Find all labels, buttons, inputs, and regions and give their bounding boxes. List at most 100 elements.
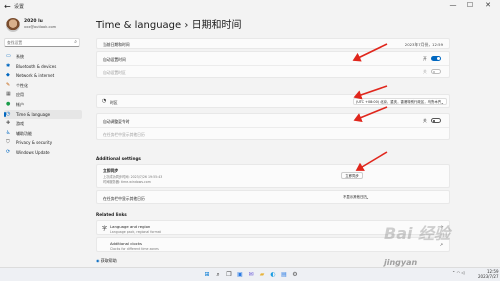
page-title: Time & language › 日期和时间 bbox=[96, 16, 242, 31]
related-links-title: Related links bbox=[96, 212, 127, 217]
sidebar-item-label: 辅助功能 bbox=[16, 130, 32, 136]
other-calendar-card: 在任务栏中显示其他日历 不显示其他日历 ⌄ bbox=[96, 190, 450, 204]
dst-card: 自动调整夏令时 关 在任务栏中显示其他日历 bbox=[96, 113, 450, 140]
search-icon[interactable]: ⌕ bbox=[74, 39, 77, 45]
breadcrumb-parent[interactable]: Time & language bbox=[96, 20, 181, 31]
other-calendar-label: 在任务栏中显示其他日历 bbox=[103, 196, 145, 201]
auto-time-label: 自动设置时间 bbox=[103, 57, 126, 62]
timezone-label: 时区 bbox=[110, 100, 118, 105]
chevron-up-icon[interactable]: ⌃ bbox=[452, 270, 455, 275]
minimize-button[interactable]: — bbox=[446, 1, 460, 9]
additional-settings-title: Additional settings bbox=[96, 156, 141, 161]
additional-clocks-label: Additional clocks bbox=[110, 241, 142, 246]
divider bbox=[97, 127, 449, 128]
sidebar-item-label: 系统 bbox=[16, 54, 24, 59]
sidebar-item-10[interactable]: ⟳ Windows Update bbox=[4, 148, 82, 158]
taskview-icon[interactable]: ❐ bbox=[225, 271, 233, 279]
other-calendar-value: 不显示其他日历 bbox=[343, 195, 367, 199]
auto-timezone-state: 关 bbox=[423, 69, 427, 74]
other-calendar-dropdown[interactable]: 不显示其他日历 ⌄ bbox=[341, 194, 371, 201]
close-button[interactable]: ✕ bbox=[481, 1, 495, 9]
chat-icon[interactable]: ✉ bbox=[247, 271, 255, 279]
user-profile[interactable]: 2020 lu xxx@outlook.com bbox=[6, 18, 86, 40]
sidebar: 2020 lu xxx@outlook.com ⌕ ▭ 系统 ✱ Bluetooth … bbox=[0, 14, 84, 267]
help-icon: ◉ bbox=[96, 258, 100, 263]
sidebar-item-8[interactable]: ♿ 辅助功能 bbox=[4, 129, 82, 139]
sidebar-item-1[interactable]: ✱ Bluetooth & devices bbox=[4, 62, 82, 72]
edge-icon[interactable]: ◐ bbox=[269, 271, 277, 279]
sidebar-item-3[interactable]: ✎ 个性化 bbox=[4, 81, 82, 91]
taskbar: ⌃ ◠ ◁ 12:59 2023/7/27 ⊞ ⌕ ❐ ▣ ✉ ▰ ◐ ▤ ⚙ bbox=[0, 267, 500, 281]
language-region-label: Language and region bbox=[110, 224, 151, 229]
sidebar-item-7[interactable]: ✚ 游戏 bbox=[4, 119, 82, 129]
store-icon[interactable]: ▤ bbox=[280, 271, 288, 279]
app-title: 设置 bbox=[14, 4, 25, 10]
start-icon[interactable]: ⊞ bbox=[203, 271, 211, 279]
timezone-card: ◔ 时区 (UTC +08:00) 北京，重庆，香港特别行政区，乌鲁木齐 ⌄ bbox=[96, 94, 450, 108]
gamepad-icon: ✚ bbox=[6, 120, 11, 127]
sidebar-item-label: Time & language bbox=[16, 111, 51, 117]
current-datetime-value: 2023年7月份，12:59 bbox=[404, 42, 443, 47]
monitor-icon: ▭ bbox=[6, 53, 11, 59]
timezone-dropdown-value: (UTC +08:00) 北京，重庆，香港特别行政区，乌鲁木齐 bbox=[356, 100, 442, 104]
clock-date: 2023/7/27 bbox=[478, 274, 499, 279]
update-icon: ⟳ bbox=[6, 148, 11, 155]
globe-clock-icon: ◔ bbox=[102, 98, 107, 104]
breadcrumb-current: 日期和时间 bbox=[191, 20, 242, 31]
language-icon: 字 bbox=[102, 226, 108, 232]
watermark-logo: Bai 经验 bbox=[384, 224, 451, 243]
additional-clocks-sub: Clocks for different time zones bbox=[110, 246, 159, 251]
explorer-icon[interactable]: ▰ bbox=[258, 271, 266, 279]
current-datetime-label: 当前日期和时间 bbox=[103, 42, 130, 47]
auto-time-toggle[interactable] bbox=[431, 56, 441, 61]
sidebar-item-label: Network & internet bbox=[16, 73, 55, 79]
sidebar-item-4[interactable]: ▦ 应用 bbox=[4, 90, 82, 100]
clock[interactable]: 12:59 2023/7/27 bbox=[478, 269, 499, 279]
bluetooth-icon: ✱ bbox=[6, 62, 11, 69]
sidebar-item-6[interactable]: ◷ Time & language bbox=[4, 109, 82, 120]
wifi-icon: ◆ bbox=[6, 72, 10, 79]
sidebar-item-5[interactable]: ● 帐户 bbox=[4, 100, 82, 110]
title-bar: ← 设置 — ☐ ✕ bbox=[0, 0, 500, 14]
person-icon: ● bbox=[6, 100, 11, 107]
sidebar-item-2[interactable]: ◆ Network & internet bbox=[4, 71, 82, 81]
user-name: 2020 lu bbox=[24, 19, 43, 24]
shield-icon: ⛉ bbox=[6, 139, 10, 146]
search-input[interactable] bbox=[7, 39, 67, 46]
back-arrow-icon[interactable]: ← bbox=[4, 2, 11, 11]
calendar-label-disabled: 在任务栏中显示其他日历 bbox=[103, 132, 145, 137]
sidebar-item-label: 游戏 bbox=[16, 121, 24, 127]
dst-toggle[interactable] bbox=[431, 118, 441, 123]
maximize-button[interactable]: ☐ bbox=[463, 1, 477, 9]
sidebar-item-label: Privacy & security bbox=[16, 140, 53, 146]
accessibility-icon: ♿ bbox=[6, 129, 11, 136]
apps-icon: ▦ bbox=[6, 91, 11, 98]
search-taskbar-icon[interactable]: ⌕ bbox=[214, 271, 222, 279]
sidebar-item-9[interactable]: ⛉ Privacy & security bbox=[4, 138, 82, 148]
sidebar-item-label: 应用 bbox=[16, 92, 24, 98]
get-help-link[interactable]: ◉ 获取帮助 bbox=[96, 258, 117, 264]
widgets-icon[interactable]: ▣ bbox=[236, 271, 244, 279]
sidebar-item-label: 帐户 bbox=[16, 101, 24, 107]
sync-now-button[interactable]: 立即同步 bbox=[341, 172, 363, 179]
auto-time-state: 开 bbox=[423, 56, 427, 61]
wifi-tray-icon[interactable]: ◠ bbox=[457, 270, 461, 275]
watermark-sub: jingyan bbox=[384, 258, 418, 267]
language-region-sub: Language pack, regional format bbox=[110, 229, 161, 234]
sidebar-item-label: Bluetooth & devices bbox=[16, 63, 57, 69]
settings-taskbar-icon[interactable]: ⚙ bbox=[291, 271, 299, 279]
chevron-down-icon: ⌄ bbox=[440, 100, 444, 105]
tray-icons[interactable]: ⌃ ◠ ◁ bbox=[452, 270, 465, 275]
sync-card: 立即同步 上次成功同步时间: 2023/7/26 19:55:43 时间服务器:… bbox=[96, 164, 450, 188]
search-box[interactable]: ⌕ bbox=[4, 38, 80, 47]
chevron-down-icon: ⌄ bbox=[365, 195, 369, 200]
avatar bbox=[6, 18, 20, 32]
clock-globe-icon: ◷ bbox=[6, 110, 11, 117]
volume-icon[interactable]: ◁ bbox=[461, 270, 464, 275]
sidebar-item-0[interactable]: ▭ 系统 bbox=[4, 52, 82, 62]
timezone-dropdown[interactable]: (UTC +08:00) 北京，重庆，香港特别行政区，乌鲁木齐 ⌄ bbox=[353, 98, 447, 105]
current-datetime-card: 当前日期和时间 2023年7月份，12:59 bbox=[96, 38, 450, 49]
sidebar-item-label: Windows Update bbox=[16, 149, 50, 155]
breadcrumb-separator: › bbox=[184, 20, 189, 31]
auto-timezone-toggle[interactable] bbox=[431, 69, 441, 74]
